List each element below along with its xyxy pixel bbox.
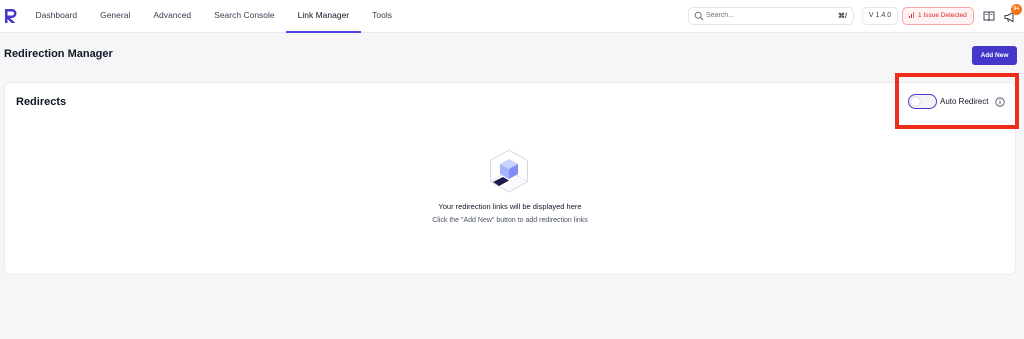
version-badge[interactable]: V 1.4.0 xyxy=(862,7,898,25)
add-new-button[interactable]: Add New xyxy=(972,46,1017,65)
empty-state-title: Your redirection links will be displayed… xyxy=(438,202,582,211)
nav-search-console[interactable]: Search Console xyxy=(203,0,286,33)
auto-redirect-label: Auto Redirect xyxy=(940,97,989,106)
nav-advanced[interactable]: Advanced xyxy=(142,0,203,33)
search-box[interactable]: Search... ⌘/ xyxy=(688,7,854,25)
top-bar: Dashboard General Advanced Search Consol… xyxy=(0,0,1024,33)
nav-tools[interactable]: Tools xyxy=(361,0,404,33)
auto-redirect-toggle[interactable] xyxy=(908,94,937,109)
cube-illustration xyxy=(489,149,529,193)
info-icon[interactable] xyxy=(995,97,1005,107)
notification-badge: 9+ xyxy=(1011,4,1022,15)
page-title: Redirection Manager xyxy=(4,48,113,60)
book-icon[interactable] xyxy=(982,9,996,23)
toggle-knob xyxy=(911,96,920,106)
search-placeholder: Search... xyxy=(706,12,735,19)
search-shortcut: ⌘/ xyxy=(838,13,847,20)
nav-general[interactable]: General xyxy=(89,0,142,33)
main-nav: Dashboard General Advanced Search Consol… xyxy=(24,0,404,33)
issue-label: 1 Issue Detected xyxy=(918,12,967,19)
card-title: Redirects xyxy=(16,96,67,108)
signal-icon xyxy=(909,12,914,18)
nav-dashboard[interactable]: Dashboard xyxy=(24,0,89,33)
issue-badge[interactable]: 1 Issue Detected xyxy=(902,7,974,25)
search-icon xyxy=(694,11,704,21)
nav-link-manager[interactable]: Link Manager xyxy=(286,0,361,33)
logo-icon[interactable] xyxy=(4,8,18,24)
empty-state-subtitle: Click the "Add New" button to add redire… xyxy=(432,217,588,224)
